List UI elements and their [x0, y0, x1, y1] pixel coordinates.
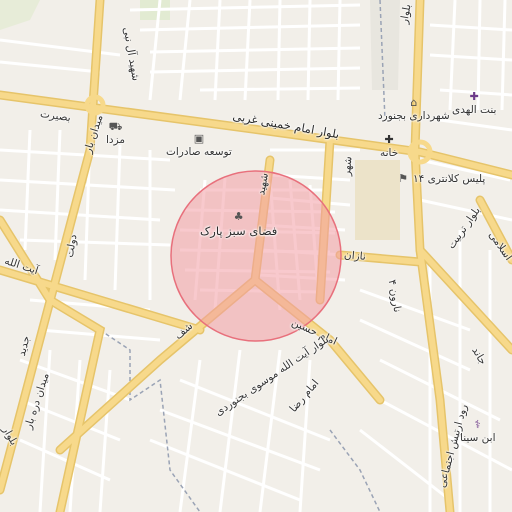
street-label: شهر	[340, 155, 355, 177]
poi-label: ابن سینا	[460, 432, 496, 444]
police-icon: ⚑	[398, 172, 408, 185]
poi-label: مزدا	[106, 134, 126, 146]
poi-binat[interactable]: ✚ بنت الهدی	[452, 90, 496, 116]
poi-mazda[interactable]: ⛟ مزدا	[106, 120, 125, 146]
map-view[interactable]: بلوار بلوار امام خمینی غربی بصیرت میدان …	[0, 0, 512, 512]
street-label: نازان	[343, 249, 367, 263]
clinic-icon: ⚕	[474, 418, 481, 431]
poi-label: خانه	[380, 147, 399, 159]
poi-label: پلیس کلانتری ۱۴	[413, 173, 486, 185]
hospital-icon: ✚	[384, 133, 394, 146]
poi-label: شهرداری بجنورد	[378, 110, 450, 122]
land-area	[370, 0, 400, 90]
poi-tosee[interactable]: ▣ توسعه صادرات	[166, 132, 232, 158]
tree-icon: ♣	[233, 210, 244, 223]
map-canvas[interactable]	[0, 0, 512, 512]
land-area	[0, 0, 40, 30]
search-radius-circle[interactable]	[170, 170, 342, 342]
car-icon: ⛟	[108, 120, 123, 133]
poi-police[interactable]: ⚑ پلیس کلانتری ۱۴	[396, 172, 485, 186]
poi-label: توسعه صادرات	[166, 146, 232, 158]
poi-label: بنت الهدی	[452, 104, 497, 116]
bank-icon: ▣	[193, 132, 205, 145]
poi-khane[interactable]: ✚ خانه	[380, 133, 398, 159]
poi-ebnsina[interactable]: ⚕ ابن سینا	[460, 418, 496, 444]
poi-shahrdari[interactable]: ⌂ شهرداری بجنورد	[378, 96, 450, 122]
land-area	[355, 160, 400, 240]
poi-park[interactable]: ♣ فضای سبز پارک	[200, 210, 277, 238]
district-boundary	[329, 429, 381, 512]
hospital-icon: ✚	[469, 90, 479, 103]
museum-icon: ⌂	[410, 96, 418, 109]
poi-label: فضای سبز پارک	[200, 224, 278, 238]
